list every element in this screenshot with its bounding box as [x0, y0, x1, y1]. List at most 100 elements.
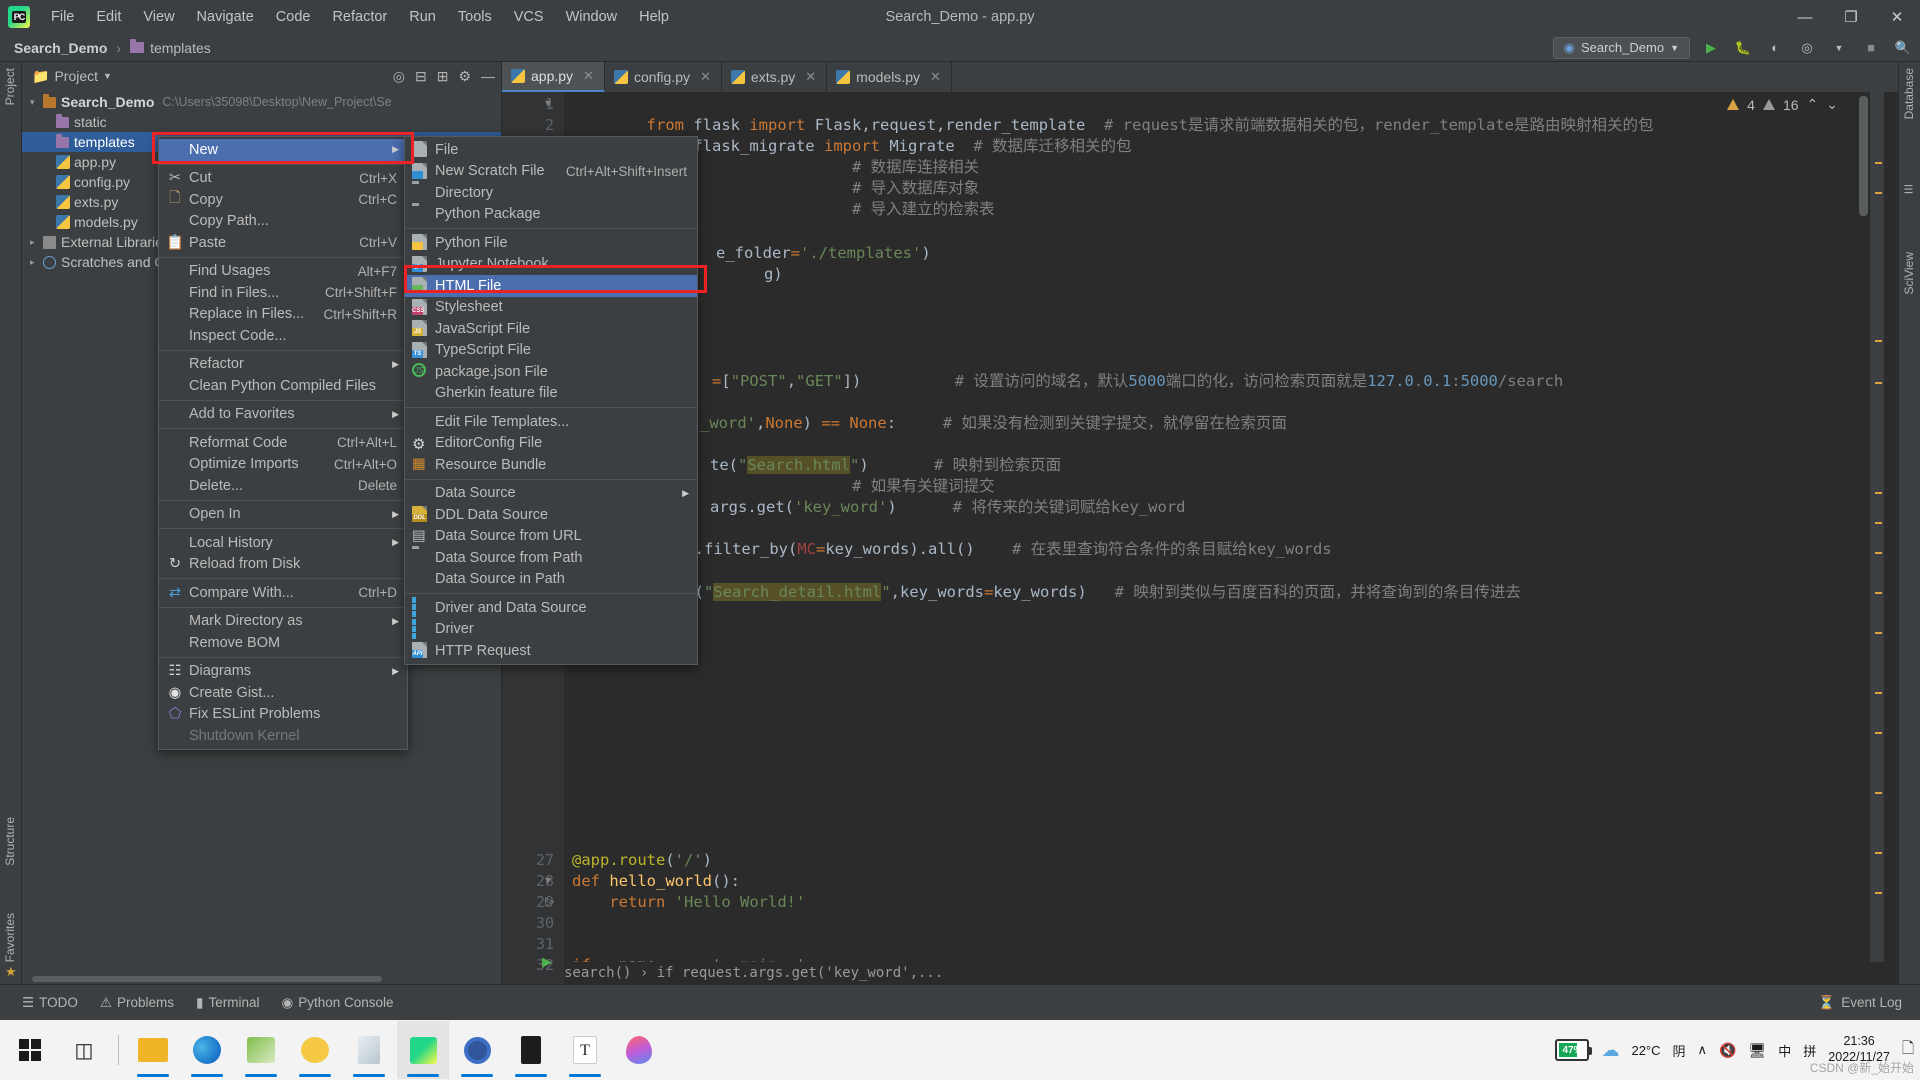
- context-menu-item-remove-bom[interactable]: Remove BOM: [159, 632, 407, 654]
- tree-node-static[interactable]: static: [22, 112, 501, 132]
- inspection-marker-strip[interactable]: [1870, 92, 1884, 984]
- menu-file[interactable]: File: [40, 5, 85, 29]
- context-menu-item-mark-directory-as[interactable]: Mark Directory as ▶: [159, 611, 407, 633]
- battery-icon[interactable]: 47%: [1555, 1039, 1593, 1061]
- run-gutter-icon[interactable]: ▶: [542, 954, 552, 970]
- tab-config-py[interactable]: config.py ✕: [605, 62, 722, 92]
- context-menu-item-diagrams[interactable]: ☷ Diagrams ▶: [159, 661, 407, 683]
- context-menu-item-add-to-favorites[interactable]: Add to Favorites ▶: [159, 404, 407, 426]
- windows-start-icon[interactable]: [4, 1021, 56, 1079]
- submenu-item-typescript-file[interactable]: TS TypeScript File: [405, 340, 697, 362]
- debug-icon[interactable]: 🐛: [1732, 37, 1754, 59]
- submenu-item-driver[interactable]: Driver: [405, 618, 697, 641]
- taskbar-app-gradient-icon[interactable]: [613, 1021, 665, 1079]
- menu-tools[interactable]: Tools: [447, 5, 503, 29]
- context-menu-item-paste[interactable]: 📋 Paste Ctrl+V: [159, 232, 407, 254]
- submenu-item-resource-bundle[interactable]: ▦ Resource Bundle: [405, 454, 697, 476]
- code-content[interactable]: from flask import Flask,request,render_t…: [564, 92, 1840, 984]
- hide-icon[interactable]: —: [481, 68, 495, 84]
- collapse-icon[interactable]: ⊟: [415, 68, 427, 85]
- submenu-item-package-json-file[interactable]: JS package.json File: [405, 361, 697, 383]
- close-icon[interactable]: ✕: [583, 68, 594, 84]
- coverage-icon[interactable]: ◐: [1764, 37, 1786, 59]
- submenu-item-data-source[interactable]: Data Source ▶: [405, 483, 697, 505]
- context-menu-item-cut[interactable]: ✂ Cut Ctrl+X: [159, 168, 407, 190]
- submenu-item-python-file[interactable]: Python File: [405, 232, 697, 254]
- sidebar-item-sciview[interactable]: SciView: [1902, 252, 1916, 294]
- context-menu-item-local-history[interactable]: Local History ▶: [159, 532, 407, 554]
- settings-icon[interactable]: ⚙: [458, 68, 471, 85]
- tab-exts-py[interactable]: exts.py ✕: [722, 62, 828, 92]
- taskbar-app-paper-icon[interactable]: [343, 1021, 395, 1079]
- submenu-item-html-file[interactable]: HTML File: [405, 275, 697, 297]
- close-icon[interactable]: ✕: [805, 69, 816, 85]
- submenu-item-python-package[interactable]: Python Package: [405, 204, 697, 226]
- chevron-down-icon[interactable]: ▼: [1828, 37, 1850, 59]
- submenu-item-editorconfig-file[interactable]: ⚙ EditorConfig File: [405, 433, 697, 455]
- chevron-right-icon[interactable]: ▸: [30, 257, 43, 268]
- bottom-item-todo[interactable]: ☰ TODO: [22, 995, 78, 1011]
- fold-marker-icon[interactable]: ▾: [545, 873, 551, 887]
- breadcrumb-project[interactable]: Search_Demo: [14, 40, 107, 56]
- task-view-icon[interactable]: ◫: [58, 1021, 110, 1079]
- sidebar-item-database[interactable]: Database: [1902, 68, 1916, 119]
- chevron-down-icon[interactable]: ⌄: [1826, 96, 1838, 113]
- taskbar-app-yellow-icon[interactable]: [289, 1021, 341, 1079]
- taskbar-app-green-icon[interactable]: [235, 1021, 287, 1079]
- menu-run[interactable]: Run: [398, 5, 447, 29]
- context-menu-item-compare-with[interactable]: ⇄ Compare With... Ctrl+D: [159, 582, 407, 604]
- profile-icon[interactable]: ◎: [1796, 37, 1818, 59]
- context-menu-item-find-usages[interactable]: Find Usages Alt+F7: [159, 261, 407, 283]
- tab-app-py[interactable]: app.py ✕: [502, 62, 605, 92]
- monitor-icon[interactable]: 🖥: [1748, 1042, 1766, 1059]
- submenu-item-data-source-from-path[interactable]: Data Source from Path: [405, 547, 697, 569]
- project-pane-horizontal-scrollbar[interactable]: [32, 976, 382, 982]
- context-menu-item-clean-python-compiled-files[interactable]: Clean Python Compiled Files: [159, 375, 407, 397]
- sidebar-item-structure[interactable]: Structure: [3, 817, 17, 866]
- taskbar-file-explorer-icon[interactable]: [127, 1021, 179, 1079]
- submenu-item-stylesheet[interactable]: CSS Stylesheet: [405, 297, 697, 319]
- context-menu-item-copy[interactable]: 🗋 Copy Ctrl+C: [159, 189, 407, 211]
- keyboard-layout-icon[interactable]: 拼: [1803, 1041, 1816, 1060]
- target-icon[interactable]: ◎: [393, 68, 405, 85]
- chevron-down-icon[interactable]: ▾: [30, 97, 43, 108]
- context-menu-item-new[interactable]: New ▶: [159, 139, 407, 161]
- taskbar-pycharm-icon[interactable]: [397, 1021, 449, 1079]
- context-menu-item-fix-eslint-problems[interactable]: ⬠ Fix ESLint Problems: [159, 704, 407, 726]
- tree-node-search-demo[interactable]: ▾ Search_Demo C:\Users\35098\Desktop\New…: [22, 92, 501, 112]
- context-menu-item-copy-path[interactable]: Copy Path...: [159, 211, 407, 233]
- submenu-item-data-source-in-path[interactable]: Data Source in Path: [405, 569, 697, 591]
- run-icon[interactable]: ▶: [1700, 37, 1722, 59]
- fold-marker-icon[interactable]: ▷: [545, 894, 554, 908]
- submenu-item-file[interactable]: File: [405, 139, 697, 161]
- submenu-item-javascript-file[interactable]: JS JavaScript File: [405, 318, 697, 340]
- menu-navigate[interactable]: Navigate: [186, 5, 265, 29]
- context-menu-item-refactor[interactable]: Refactor ▶: [159, 354, 407, 376]
- context-menu-item-create-gist[interactable]: ◉ Create Gist...: [159, 682, 407, 704]
- menu-help[interactable]: Help: [628, 5, 680, 29]
- submenu-item-gherkin-feature-file[interactable]: Gherkin feature file: [405, 383, 697, 405]
- menu-vcs[interactable]: VCS: [503, 5, 555, 29]
- run-configuration-selector[interactable]: ◉ Search_Demo ▼: [1552, 36, 1690, 59]
- stop-icon[interactable]: ■: [1860, 37, 1882, 59]
- context-menu-item-delete[interactable]: Delete... Delete: [159, 475, 407, 497]
- taskbar-app-blue-circle-icon[interactable]: [451, 1021, 503, 1079]
- tab-models-py[interactable]: models.py ✕: [827, 62, 952, 92]
- menu-window[interactable]: Window: [555, 5, 629, 29]
- context-menu-item-optimize-imports[interactable]: Optimize Imports Ctrl+Alt+O: [159, 454, 407, 476]
- bottom-item-terminal[interactable]: ▮ Terminal: [196, 995, 259, 1011]
- submenu-item-ddl-data-source[interactable]: DDL DDL Data Source: [405, 504, 697, 526]
- sidebar-item-project[interactable]: Project: [3, 68, 17, 105]
- expand-icon[interactable]: ⊞: [437, 68, 449, 85]
- editor-vertical-scrollbar[interactable]: [1859, 96, 1868, 216]
- close-button[interactable]: ✕: [1874, 0, 1920, 34]
- minimize-button[interactable]: —: [1782, 0, 1828, 34]
- fold-marker-icon[interactable]: ▾: [545, 96, 551, 110]
- context-menu-item-replace-in-files[interactable]: Replace in Files... Ctrl+Shift+R: [159, 304, 407, 326]
- submenu-item-new-scratch-file[interactable]: New Scratch File Ctrl+Alt+Shift+Insert: [405, 161, 697, 183]
- menu-edit[interactable]: Edit: [85, 5, 132, 29]
- bottom-item-python-console[interactable]: ◉ Python Console: [281, 995, 393, 1011]
- chevron-right-icon[interactable]: ▸: [30, 237, 43, 248]
- menu-code[interactable]: Code: [265, 5, 322, 29]
- ime-indicator[interactable]: 中: [1778, 1041, 1791, 1060]
